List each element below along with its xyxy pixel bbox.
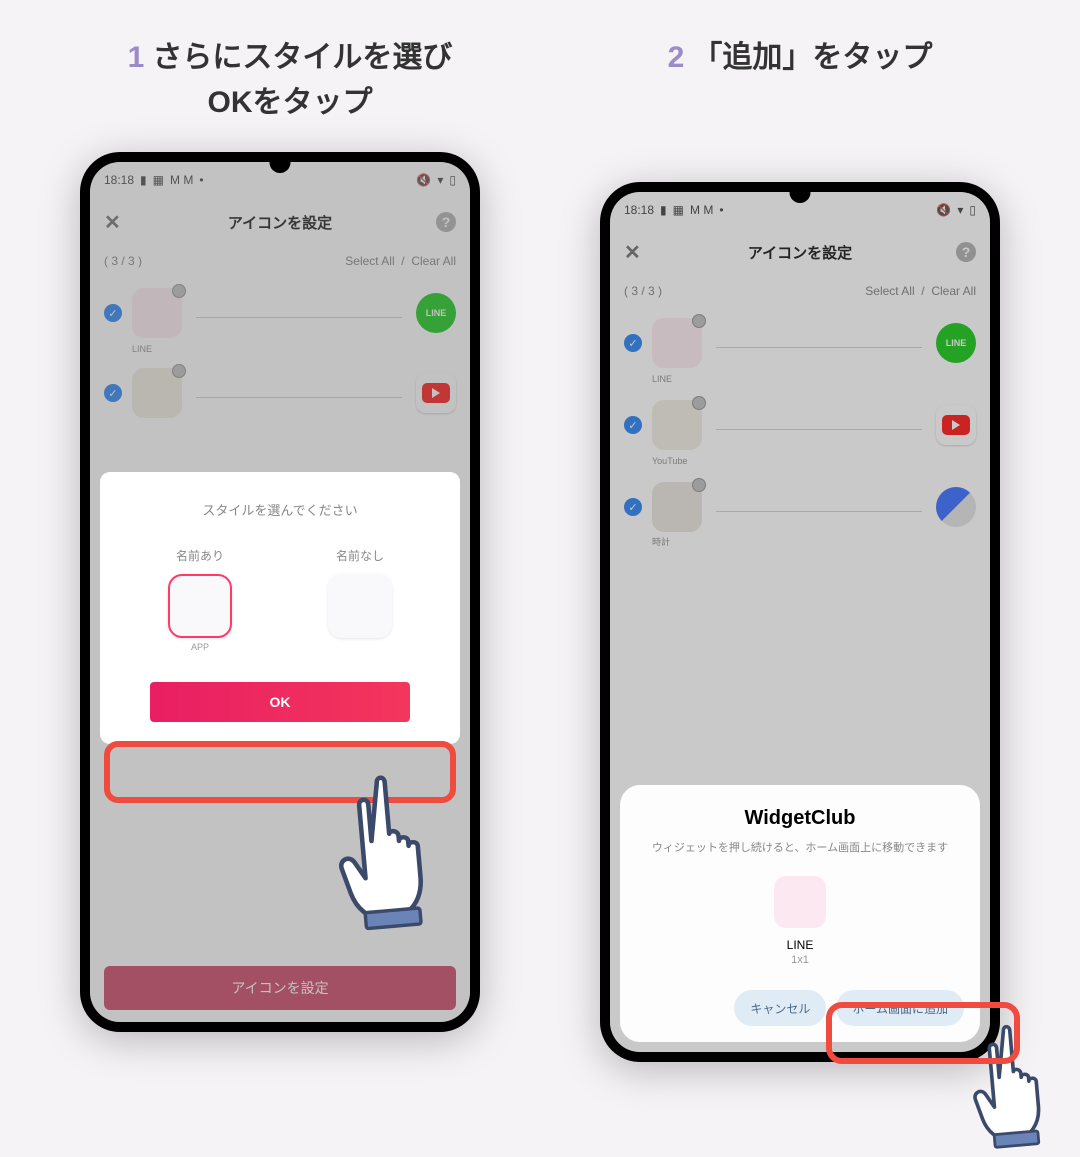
sheet-description: ウィジェットを押し続けると、ホーム画面上に移動できます (636, 840, 964, 857)
style-preview-icon (168, 574, 232, 638)
widget-preview-name: LINE (636, 938, 964, 952)
style-preview-icon (328, 574, 392, 638)
pointer-hand-icon (323, 764, 477, 941)
style-app-caption: APP (168, 642, 232, 652)
style-option-label: 名前なし (328, 547, 392, 564)
style-option-withname[interactable]: 名前あり APP (168, 547, 232, 652)
step2-caption: 2「追加」をタップ (600, 35, 1000, 80)
step1-text: さらにスタイルを選びOKをタップ (152, 41, 452, 119)
step1-number: 1 (128, 41, 145, 74)
sheet-title: WidgetClub (636, 807, 964, 830)
phone2-screen: 18:18 ▮ ▦ M M • 🔇 ▾ ▯ ✕ アイコンを設定 ? ( 3 / … (610, 192, 990, 1052)
phone-2: 18:18 ▮ ▦ M M • 🔇 ▾ ▯ ✕ アイコンを設定 ? ( 3 / … (600, 182, 1000, 1062)
style-option-label: 名前あり (168, 547, 232, 564)
camera-notch (790, 182, 811, 203)
step2-text: 「追加」をタップ (692, 41, 932, 74)
step2-number: 2 (668, 41, 685, 74)
ok-button[interactable]: OK (150, 682, 410, 722)
modal-title: スタイルを選んでください (120, 500, 440, 519)
widget-preview-size: 1x1 (636, 954, 964, 966)
highlight-box (826, 1002, 1020, 1064)
step1-caption: 1さらにスタイルを選びOKをタップ (90, 35, 490, 125)
widget-preview-icon (774, 876, 826, 928)
style-option-noname[interactable]: 名前なし (328, 547, 392, 652)
style-select-modal: スタイルを選んでください 名前あり APP 名前なし OK (100, 472, 460, 744)
camera-notch (270, 152, 291, 173)
cancel-button[interactable]: キャンセル (734, 990, 826, 1026)
